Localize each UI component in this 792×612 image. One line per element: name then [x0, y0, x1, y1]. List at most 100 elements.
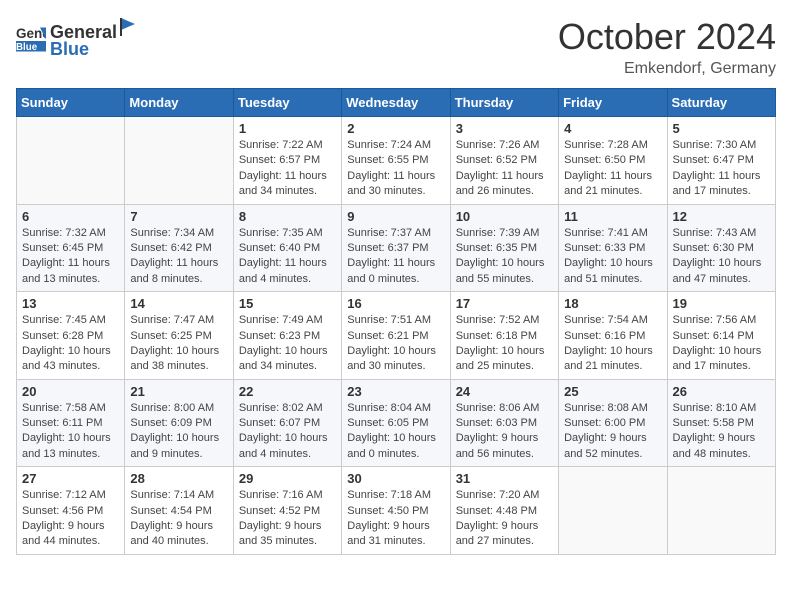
day-number: 6 [22, 209, 119, 224]
day-number: 18 [564, 296, 661, 311]
calendar-cell: 12 Sunrise: 7:43 AMSunset: 6:30 PMDayligh… [667, 204, 775, 292]
day-number: 24 [456, 384, 553, 399]
day-info: Sunrise: 7:12 AMSunset: 4:56 PMDaylight:… [22, 488, 119, 550]
calendar-cell: 10 Sunrise: 7:39 AMSunset: 6:35 PMDayligh… [450, 204, 558, 292]
day-info: Sunrise: 7:16 AMSunset: 4:52 PMDaylight:… [239, 488, 336, 550]
day-number: 8 [239, 209, 336, 224]
calendar-cell: 6 Sunrise: 7:32 AMSunset: 6:45 PMDaylight… [17, 204, 125, 292]
weekday-header-thursday: Thursday [450, 89, 558, 117]
calendar-week-row: 20 Sunrise: 7:58 AMSunset: 6:11 PMDayligh… [17, 379, 776, 467]
day-number: 21 [130, 384, 227, 399]
day-info: Sunrise: 8:02 AMSunset: 6:07 PMDaylight:… [239, 401, 336, 463]
weekday-header-sunday: Sunday [17, 89, 125, 117]
calendar-cell [667, 467, 775, 555]
day-number: 12 [673, 209, 770, 224]
day-info: Sunrise: 7:37 AMSunset: 6:37 PMDaylight:… [347, 226, 444, 288]
day-number: 15 [239, 296, 336, 311]
day-info: Sunrise: 7:54 AMSunset: 6:16 PMDaylight:… [564, 313, 661, 375]
day-info: Sunrise: 8:04 AMSunset: 6:05 PMDaylight:… [347, 401, 444, 463]
title-block: October 2024 Emkendorf, Germany [558, 16, 776, 78]
day-number: 25 [564, 384, 661, 399]
day-info: Sunrise: 7:49 AMSunset: 6:23 PMDaylight:… [239, 313, 336, 375]
calendar-cell: 11 Sunrise: 7:41 AMSunset: 6:33 PMDayligh… [559, 204, 667, 292]
calendar-cell: 21 Sunrise: 8:00 AMSunset: 6:09 PMDayligh… [125, 379, 233, 467]
day-info: Sunrise: 7:56 AMSunset: 6:14 PMDaylight:… [673, 313, 770, 375]
day-info: Sunrise: 7:30 AMSunset: 6:47 PMDaylight:… [673, 138, 770, 200]
day-info: Sunrise: 7:58 AMSunset: 6:11 PMDaylight:… [22, 401, 119, 463]
calendar-table: SundayMondayTuesdayWednesdayThursdayFrid… [16, 88, 776, 555]
calendar-cell: 17 Sunrise: 7:52 AMSunset: 6:18 PMDayligh… [450, 292, 558, 380]
calendar-cell: 4 Sunrise: 7:28 AMSunset: 6:50 PMDaylight… [559, 117, 667, 205]
calendar-week-row: 27Sunrise: 7:12 AMSunset: 4:56 PMDayligh… [17, 467, 776, 555]
day-info: Sunrise: 8:10 AMSunset: 5:58 PMDaylight:… [673, 401, 770, 463]
day-number: 10 [456, 209, 553, 224]
day-number: 31 [456, 471, 553, 486]
day-number: 30 [347, 471, 444, 486]
day-number: 17 [456, 296, 553, 311]
day-info: Sunrise: 8:00 AMSunset: 6:09 PMDaylight:… [130, 401, 227, 463]
calendar-cell: 20 Sunrise: 7:58 AMSunset: 6:11 PMDayligh… [17, 379, 125, 467]
day-info: Sunrise: 7:43 AMSunset: 6:30 PMDaylight:… [673, 226, 770, 288]
calendar-cell: 22 Sunrise: 8:02 AMSunset: 6:07 PMDayligh… [233, 379, 341, 467]
calendar-cell: 14 Sunrise: 7:47 AMSunset: 6:25 PMDayligh… [125, 292, 233, 380]
calendar-week-row: 13Sunrise: 7:45 AMSunset: 6:28 PMDayligh… [17, 292, 776, 380]
day-info: Sunrise: 7:32 AMSunset: 6:45 PMDaylight:… [22, 226, 119, 288]
svg-text:Blue: Blue [16, 42, 38, 52]
calendar-cell [17, 117, 125, 205]
logo-flag-icon [119, 16, 137, 38]
day-number: 4 [564, 121, 661, 136]
calendar-cell: 5 Sunrise: 7:30 AMSunset: 6:47 PMDaylight… [667, 117, 775, 205]
month-title: October 2024 [558, 16, 776, 58]
day-info: Sunrise: 7:51 AMSunset: 6:21 PMDaylight:… [347, 313, 444, 375]
day-info: Sunrise: 7:39 AMSunset: 6:35 PMDaylight:… [456, 226, 553, 288]
calendar-cell: 3Sunrise: 7:26 AMSunset: 6:52 PMDaylight… [450, 117, 558, 205]
calendar-cell: 16Sunrise: 7:51 AMSunset: 6:21 PMDayligh… [342, 292, 450, 380]
weekday-header-monday: Monday [125, 89, 233, 117]
day-info: Sunrise: 7:47 AMSunset: 6:25 PMDaylight:… [130, 313, 227, 375]
day-info: Sunrise: 7:45 AMSunset: 6:28 PMDaylight:… [22, 313, 119, 375]
day-number: 14 [130, 296, 227, 311]
calendar-cell: 23 Sunrise: 8:04 AMSunset: 6:05 PMDayligh… [342, 379, 450, 467]
day-number: 23 [347, 384, 444, 399]
location-subtitle: Emkendorf, Germany [558, 60, 776, 78]
calendar-cell: 1 Sunrise: 7:22 AMSunset: 6:57 PMDaylight… [233, 117, 341, 205]
day-info: Sunrise: 7:20 AMSunset: 4:48 PMDaylight:… [456, 488, 553, 550]
day-number: 20 [22, 384, 119, 399]
day-info: Sunrise: 7:14 AMSunset: 4:54 PMDaylight:… [130, 488, 227, 550]
calendar-cell [559, 467, 667, 555]
calendar-cell: 26 Sunrise: 8:10 AMSunset: 5:58 PMDayligh… [667, 379, 775, 467]
calendar-cell: 7Sunrise: 7:34 AMSunset: 6:42 PMDaylight… [125, 204, 233, 292]
day-number: 7 [130, 209, 227, 224]
day-info: Sunrise: 7:41 AMSunset: 6:33 PMDaylight:… [564, 226, 661, 288]
day-info: Sunrise: 7:24 AMSunset: 6:55 PMDaylight:… [347, 138, 444, 200]
day-number: 9 [347, 209, 444, 224]
page-header: General Blue General Blue October 2024 E… [16, 16, 776, 78]
day-number: 3 [456, 121, 553, 136]
day-number: 19 [673, 296, 770, 311]
weekday-header-tuesday: Tuesday [233, 89, 341, 117]
calendar-cell: 24 Sunrise: 8:06 AMSunset: 6:03 PMDayligh… [450, 379, 558, 467]
weekday-header-saturday: Saturday [667, 89, 775, 117]
calendar-cell: 27Sunrise: 7:12 AMSunset: 4:56 PMDayligh… [17, 467, 125, 555]
day-number: 22 [239, 384, 336, 399]
logo-icon: General Blue [16, 24, 46, 52]
day-number: 29 [239, 471, 336, 486]
day-info: Sunrise: 7:35 AMSunset: 6:40 PMDaylight:… [239, 226, 336, 288]
day-info: Sunrise: 8:06 AMSunset: 6:03 PMDaylight:… [456, 401, 553, 463]
calendar-cell: 19 Sunrise: 7:56 AMSunset: 6:14 PMDayligh… [667, 292, 775, 380]
day-number: 5 [673, 121, 770, 136]
day-info: Sunrise: 7:52 AMSunset: 6:18 PMDaylight:… [456, 313, 553, 375]
day-info: Sunrise: 7:22 AMSunset: 6:57 PMDaylight:… [239, 138, 336, 200]
day-number: 1 [239, 121, 336, 136]
day-number: 2 [347, 121, 444, 136]
day-number: 11 [564, 209, 661, 224]
calendar-cell: 29 Sunrise: 7:16 AMSunset: 4:52 PMDayligh… [233, 467, 341, 555]
day-info: Sunrise: 7:28 AMSunset: 6:50 PMDaylight:… [564, 138, 661, 200]
day-number: 28 [130, 471, 227, 486]
calendar-cell: 15 Sunrise: 7:49 AMSunset: 6:23 PMDayligh… [233, 292, 341, 380]
day-number: 26 [673, 384, 770, 399]
weekday-header-row: SundayMondayTuesdayWednesdayThursdayFrid… [17, 89, 776, 117]
day-info: Sunrise: 8:08 AMSunset: 6:00 PMDaylight:… [564, 401, 661, 463]
weekday-header-wednesday: Wednesday [342, 89, 450, 117]
calendar-cell: 28 Sunrise: 7:14 AMSunset: 4:54 PMDayligh… [125, 467, 233, 555]
